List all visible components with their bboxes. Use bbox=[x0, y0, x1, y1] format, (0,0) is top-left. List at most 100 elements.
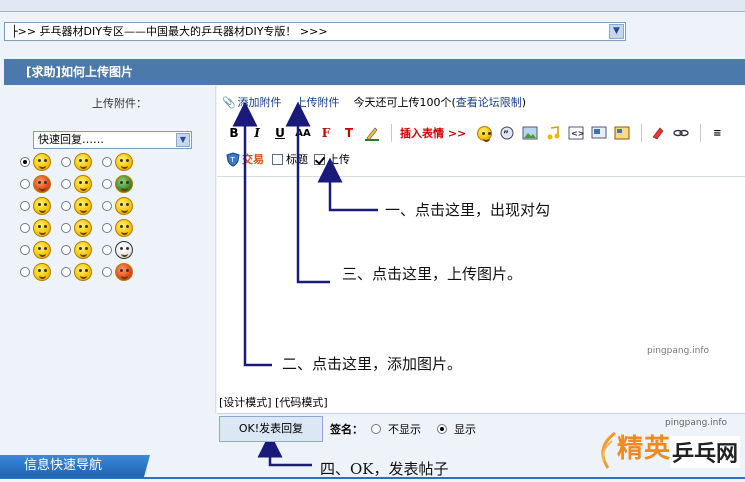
title-checkbox[interactable] bbox=[272, 153, 283, 165]
doubt-icon[interactable] bbox=[74, 219, 92, 237]
font-face-icon[interactable]: F bbox=[316, 123, 336, 143]
editor-toolbar: B I U AA F T 插入表情 >> ” <> ≡ bbox=[224, 123, 730, 143]
smiley-radio[interactable] bbox=[61, 201, 71, 211]
upload-attachment-link[interactable]: 上传附件 bbox=[296, 96, 340, 109]
annotation-step3: 三、点击这里，上传图片。 bbox=[342, 265, 523, 283]
quick-reply-select[interactable]: 快速回复…… ▼ bbox=[33, 131, 192, 149]
font-size-icon[interactable]: AA bbox=[293, 123, 313, 143]
arrow-step4 bbox=[257, 432, 312, 467]
wink-icon[interactable] bbox=[74, 197, 92, 215]
smiley-insert-icon[interactable] bbox=[474, 123, 494, 143]
smiley-radio[interactable] bbox=[61, 245, 71, 255]
svg-text:T: T bbox=[230, 156, 236, 164]
smiley-radio[interactable] bbox=[20, 245, 30, 255]
logo-site-text: pingpang.info bbox=[665, 418, 728, 428]
confused-icon[interactable] bbox=[33, 197, 51, 215]
link-icon[interactable] bbox=[671, 123, 691, 143]
smiley-row bbox=[20, 217, 143, 239]
soldier-icon[interactable] bbox=[115, 175, 133, 193]
smiley-radio[interactable] bbox=[61, 267, 71, 277]
signature-hide-label: 不显示 bbox=[388, 423, 421, 436]
music-icon[interactable] bbox=[543, 123, 563, 143]
smiley-radio[interactable] bbox=[20, 179, 30, 189]
quote-icon[interactable]: ” bbox=[497, 123, 517, 143]
upload-checkbox-label: 上传 bbox=[328, 153, 350, 166]
underline-button[interactable]: U bbox=[270, 123, 290, 143]
smiley-radio[interactable] bbox=[61, 157, 71, 167]
image-icon[interactable] bbox=[520, 123, 540, 143]
title-checkbox-label: 标题 bbox=[286, 153, 308, 166]
svg-text:”: ” bbox=[503, 130, 509, 140]
chevron-down-icon[interactable]: ▼ bbox=[176, 133, 190, 147]
happy-icon[interactable] bbox=[115, 153, 133, 171]
smiley-radio[interactable] bbox=[61, 179, 71, 189]
smiley-row bbox=[20, 151, 143, 173]
forum-jump-select[interactable]: ├>> 乒乓器材DIY专区——中国最大的乒乓器材DIY专版！ >>> ▼ bbox=[4, 22, 626, 41]
code-icon[interactable]: <> bbox=[566, 123, 586, 143]
surprised-icon[interactable] bbox=[115, 197, 133, 215]
smirk-icon[interactable] bbox=[74, 241, 92, 259]
insert-emoticon-link[interactable]: 插入表情 >> bbox=[400, 125, 466, 141]
paperclip-icon: 📎 bbox=[222, 96, 236, 109]
italic-button[interactable]: I bbox=[247, 123, 267, 143]
smiley-radio[interactable] bbox=[20, 201, 30, 211]
quick-nav-label: 信息快速导航 bbox=[24, 458, 103, 473]
sad-icon[interactable] bbox=[33, 263, 51, 281]
signature-row: 签名： 不显示 显示 bbox=[330, 421, 492, 437]
editor-modes: [设计模式] [代码模式] bbox=[219, 394, 328, 410]
trade-link[interactable]: 交易 bbox=[242, 151, 264, 167]
design-mode-link[interactable]: [设计模式] bbox=[219, 396, 272, 409]
top-band bbox=[0, 0, 745, 12]
smiley-row bbox=[20, 239, 143, 261]
upload-checkbox[interactable] bbox=[314, 153, 325, 165]
smiley-radio[interactable] bbox=[102, 201, 112, 211]
signature-show-label: 显示 bbox=[454, 423, 476, 436]
thread-title: [求助]如何上传图片 bbox=[26, 65, 133, 79]
smiley-radio[interactable] bbox=[102, 157, 112, 167]
annotation-step2: 二、点击这里，添加图片。 bbox=[282, 355, 463, 373]
angry-icon[interactable] bbox=[33, 241, 51, 259]
smiley-radio[interactable] bbox=[102, 267, 112, 277]
quick-reply-value: 快速回复…… bbox=[38, 133, 104, 146]
smiley-radio[interactable] bbox=[102, 223, 112, 233]
thread-title-bar: [求助]如何上传图片 bbox=[4, 59, 745, 85]
tongue-icon[interactable] bbox=[74, 175, 92, 193]
smile-icon[interactable] bbox=[33, 153, 51, 171]
chevron-down-icon[interactable]: ▼ bbox=[609, 24, 624, 39]
sleepy-icon[interactable] bbox=[74, 263, 92, 281]
highlight-icon[interactable] bbox=[362, 123, 382, 143]
smiley-radio[interactable] bbox=[102, 245, 112, 255]
love-icon[interactable] bbox=[33, 175, 51, 193]
table-icon[interactable] bbox=[612, 123, 632, 143]
mad-icon[interactable] bbox=[115, 263, 133, 281]
text-color-icon[interactable]: T bbox=[339, 123, 359, 143]
signature-hide-radio[interactable] bbox=[371, 424, 381, 434]
bold-button[interactable]: B bbox=[224, 123, 244, 143]
shy-icon[interactable] bbox=[33, 219, 51, 237]
add-attachment-link[interactable]: 添加附件 bbox=[238, 96, 282, 109]
logo-jingying-text: 精英 bbox=[617, 434, 672, 464]
clear-format-icon[interactable] bbox=[648, 123, 668, 143]
cry-icon[interactable] bbox=[115, 219, 133, 237]
media-icon[interactable] bbox=[589, 123, 609, 143]
smiley-radio[interactable] bbox=[61, 223, 71, 233]
list-icon[interactable]: ≡ bbox=[707, 123, 727, 143]
attach-label: 上传附件： bbox=[92, 97, 147, 110]
smiley-radio[interactable] bbox=[102, 179, 112, 189]
forum-limit-link[interactable]: 查看论坛限制 bbox=[456, 96, 522, 109]
paren-close: ) bbox=[521, 96, 527, 109]
code-mode-link[interactable]: [代码模式] bbox=[275, 396, 328, 409]
svg-text:<>: <> bbox=[571, 129, 584, 138]
smiley-radio[interactable] bbox=[20, 267, 30, 277]
grin-icon[interactable] bbox=[74, 153, 92, 171]
editor-toolbar-row2: T 交易 标题 上传 bbox=[226, 151, 350, 167]
signature-label: 签名： bbox=[330, 423, 363, 436]
signature-show-radio[interactable] bbox=[437, 424, 447, 434]
quick-nav-bar[interactable]: 信息快速导航 bbox=[0, 455, 150, 477]
editor-bottom-separator bbox=[217, 413, 745, 414]
toolbar-divider bbox=[700, 124, 702, 142]
smiley-radio[interactable] bbox=[20, 157, 30, 167]
shocked-icon[interactable] bbox=[115, 241, 133, 259]
smiley-radio[interactable] bbox=[20, 223, 30, 233]
submit-reply-button[interactable]: OK!发表回复 bbox=[219, 416, 323, 442]
